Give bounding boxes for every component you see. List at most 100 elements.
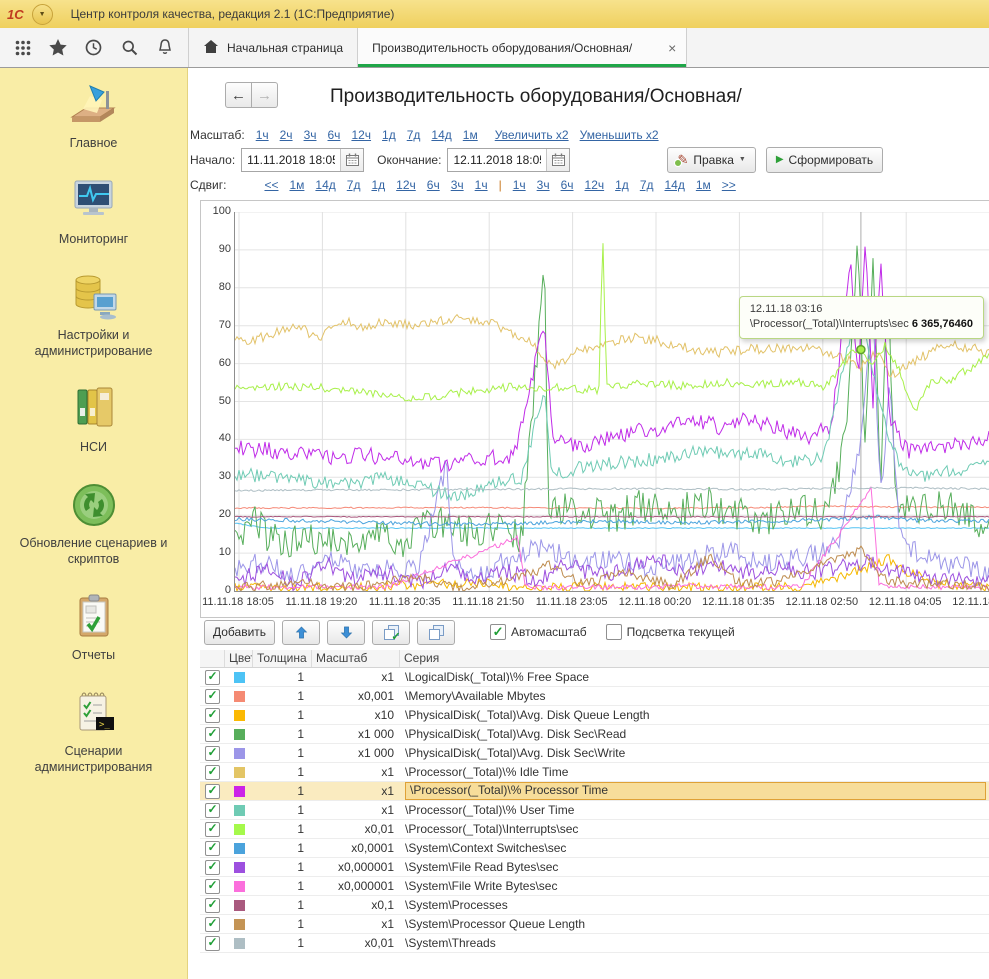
shift-right-link[interactable]: 1ч <box>513 178 526 192</box>
table-row[interactable]: ✓1x1\Processor(_Total)\% Idle Time <box>200 763 989 782</box>
sidebar-item-otchety[interactable]: Отчеты <box>66 592 122 663</box>
sidebar-item-nsi[interactable]: НСИ <box>66 384 122 455</box>
main-menu-button[interactable]: ▼ <box>32 4 53 25</box>
row-checkbox[interactable]: ✓ <box>205 765 220 780</box>
tab-home[interactable]: Начальная страница <box>189 28 358 67</box>
scale-link[interactable]: 14д <box>431 128 451 142</box>
sidebar-item-obnovlenie[interactable]: Обновление сценариев и скриптов <box>8 480 180 567</box>
row-checkbox[interactable]: ✓ <box>205 936 220 951</box>
end-date-input[interactable] <box>448 149 546 171</box>
table-row[interactable]: ✓1x0,000001\System\File Write Bytes\sec <box>200 877 989 896</box>
table-row[interactable]: ✓1x1\Processor(_Total)\% Processor Time <box>200 782 989 801</box>
table-row[interactable]: ✓1x0,000001\System\File Read Bytes\sec <box>200 858 989 877</box>
back-button[interactable]: ← <box>225 82 252 108</box>
move-up-button[interactable] <box>282 620 320 645</box>
end-calendar-icon[interactable] <box>546 149 569 171</box>
shift-left-link[interactable]: 12ч <box>396 178 416 192</box>
shift-right-link[interactable]: >> <box>722 178 736 192</box>
shift-right-link[interactable]: 1м <box>696 178 711 192</box>
row-checkbox[interactable]: ✓ <box>205 898 220 913</box>
color-swatch[interactable] <box>234 767 245 778</box>
grid-menu-icon[interactable] <box>10 35 36 61</box>
autoscale-checkbox[interactable]: ✓ <box>490 624 506 640</box>
table-row[interactable]: ✓1x1\Processor(_Total)\% User Time <box>200 801 989 820</box>
color-swatch[interactable] <box>234 729 245 740</box>
history-icon[interactable] <box>81 35 107 61</box>
highlight-checkbox[interactable] <box>606 624 622 640</box>
row-checkbox[interactable]: ✓ <box>205 860 220 875</box>
sidebar-item-glavnoe[interactable]: Главное <box>66 80 122 151</box>
color-swatch[interactable] <box>234 843 245 854</box>
shift-left-link[interactable]: 1д <box>371 178 385 192</box>
shift-left-link[interactable]: 14д <box>315 178 335 192</box>
shift-right-link[interactable]: 6ч <box>561 178 574 192</box>
favorites-star-icon[interactable] <box>45 35 71 61</box>
row-checkbox[interactable]: ✓ <box>205 727 220 742</box>
table-row[interactable]: ✓1x1 000\PhysicalDisk(_Total)\Avg. Disk … <box>200 744 989 763</box>
add-series-button[interactable]: Добавить <box>204 620 275 645</box>
shift-left-link[interactable]: 1ч <box>475 178 488 192</box>
sidebar-item-scenarii[interactable]: >_Сценарии администрирования <box>8 688 180 775</box>
table-row[interactable]: ✓1x0,1\System\Processes <box>200 896 989 915</box>
color-swatch[interactable] <box>234 710 245 721</box>
uncheck-all-button[interactable] <box>417 620 455 645</box>
table-row[interactable]: ✓1x0,01\System\Threads <box>200 934 989 953</box>
shift-left-link[interactable]: 1м <box>289 178 304 192</box>
shift-left-link[interactable]: 6ч <box>427 178 440 192</box>
scale-link[interactable]: 7д <box>407 128 421 142</box>
zoom-out-link[interactable]: Уменьшить x2 <box>580 128 659 142</box>
table-row[interactable]: ✓1x1\System\Processor Queue Length <box>200 915 989 934</box>
color-swatch[interactable] <box>234 862 245 873</box>
shift-right-link[interactable]: 1д <box>615 178 629 192</box>
table-row[interactable]: ✓1x1\LogicalDisk(_Total)\% Free Space <box>200 668 989 687</box>
forward-button[interactable]: → <box>252 82 278 108</box>
sidebar-item-monitoring[interactable]: Мониторинг <box>59 176 128 247</box>
shift-right-link[interactable]: 7д <box>640 178 654 192</box>
color-swatch[interactable] <box>234 824 245 835</box>
shift-left-link[interactable]: 7д <box>347 178 361 192</box>
table-row[interactable]: ✓1x0,01\Processor(_Total)\Interrupts\sec <box>200 820 989 839</box>
check-all-button[interactable]: ✓ <box>372 620 410 645</box>
start-date-input[interactable] <box>242 149 340 171</box>
sidebar-item-nastroyki[interactable]: Настройки и администрирование <box>8 272 180 359</box>
notifications-bell-icon[interactable] <box>152 35 178 61</box>
row-checkbox[interactable]: ✓ <box>205 803 220 818</box>
row-checkbox[interactable]: ✓ <box>205 746 220 761</box>
shift-right-link[interactable]: 12ч <box>585 178 605 192</box>
tab-close-icon[interactable]: × <box>668 41 676 55</box>
table-row[interactable]: ✓1x1 000\PhysicalDisk(_Total)\Avg. Disk … <box>200 725 989 744</box>
generate-button[interactable]: ▶ Сформировать <box>766 147 883 173</box>
scale-link[interactable]: 3ч <box>304 128 317 142</box>
table-row[interactable]: ✓1x0,0001\System\Context Switches\sec <box>200 839 989 858</box>
scale-link[interactable]: 1ч <box>256 128 269 142</box>
edit-button[interactable]: ✎ Правка ▼ <box>667 147 755 173</box>
row-checkbox[interactable]: ✓ <box>205 784 220 799</box>
color-swatch[interactable] <box>234 786 245 797</box>
row-checkbox[interactable]: ✓ <box>205 670 220 685</box>
row-checkbox[interactable]: ✓ <box>205 879 220 894</box>
shift-right-link[interactable]: 3ч <box>537 178 550 192</box>
shift-left-link[interactable]: << <box>264 178 278 192</box>
color-swatch[interactable] <box>234 881 245 892</box>
scale-link[interactable]: 2ч <box>280 128 293 142</box>
shift-left-link[interactable]: 3ч <box>451 178 464 192</box>
color-swatch[interactable] <box>234 919 245 930</box>
table-row[interactable]: ✓1x10\PhysicalDisk(_Total)\Avg. Disk Que… <box>200 706 989 725</box>
shift-right-link[interactable]: 14д <box>665 178 685 192</box>
row-checkbox[interactable]: ✓ <box>205 822 220 837</box>
move-down-button[interactable] <box>327 620 365 645</box>
scale-link[interactable]: 6ч <box>328 128 341 142</box>
scale-link[interactable]: 1д <box>382 128 396 142</box>
color-swatch[interactable] <box>234 748 245 759</box>
plot-area[interactable] <box>234 212 989 592</box>
search-icon[interactable] <box>117 35 143 61</box>
table-row[interactable]: ✓1x0,001\Memory\Available Mbytes <box>200 687 989 706</box>
color-swatch[interactable] <box>234 805 245 816</box>
color-swatch[interactable] <box>234 938 245 949</box>
row-checkbox[interactable]: ✓ <box>205 841 220 856</box>
scale-link[interactable]: 12ч <box>351 128 371 142</box>
color-swatch[interactable] <box>234 672 245 683</box>
scale-link[interactable]: 1м <box>463 128 478 142</box>
start-calendar-icon[interactable] <box>340 149 363 171</box>
row-checkbox[interactable]: ✓ <box>205 689 220 704</box>
